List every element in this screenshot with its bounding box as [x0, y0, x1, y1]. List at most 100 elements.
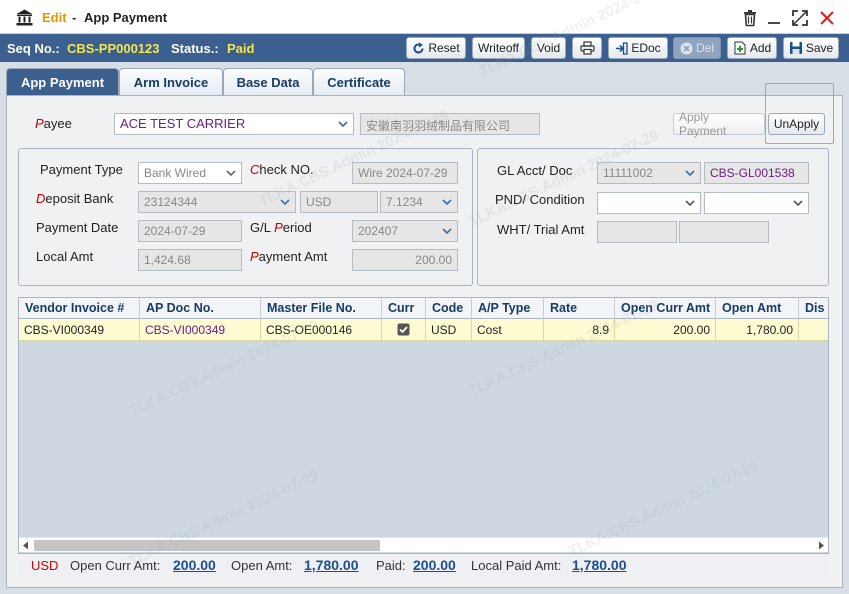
tab-base-data[interactable]: Base Data [223, 68, 313, 96]
apply-payment-button[interactable]: Apply Payment [673, 110, 765, 138]
gl-acct-value: 11111002 [603, 166, 653, 180]
payment-amt-label: Payment Amt [250, 249, 328, 264]
bank-icon [16, 9, 33, 26]
gl-period-select[interactable]: 202407 [352, 220, 458, 242]
cell-rate: 8.9 [544, 319, 615, 341]
close-icon[interactable] [818, 9, 836, 27]
chevron-down-icon [685, 200, 695, 207]
cell-ap-doc[interactable]: CBS-VI000349 [140, 319, 261, 341]
gl-doc-field[interactable]: CBS-GL001538 [704, 162, 809, 184]
payment-amt-field[interactable]: 200.00 [352, 249, 458, 271]
cell-dis [799, 319, 828, 341]
scroll-right-icon[interactable] [817, 541, 825, 550]
maximize-icon[interactable] [791, 9, 809, 27]
title-separator: - [72, 10, 77, 25]
void-button[interactable]: Void [531, 37, 566, 59]
tab-arm-invoice[interactable]: Arm Invoice [119, 68, 223, 96]
scrollbar-thumb[interactable] [34, 540, 380, 551]
writeoff-button[interactable]: Writeoff [472, 37, 525, 59]
title-bar: Edit - App Payment [0, 0, 849, 34]
print-button[interactable] [572, 37, 602, 59]
pnd-select[interactable] [597, 192, 701, 214]
col-vendor-invoice[interactable]: Vendor Invoice # [19, 298, 140, 319]
add-label: Add [749, 41, 772, 55]
col-open-amt[interactable]: Open Amt [716, 298, 799, 319]
trash-icon[interactable] [741, 9, 759, 27]
exchange-rate-value: 7.1234 [386, 195, 423, 209]
seq-no-value: CBS-PP000123 [67, 41, 160, 56]
open-curr-amt-label: Open Curr Amt: [70, 558, 161, 573]
local-amt-field: 1,424.68 [138, 249, 242, 271]
col-ap-type[interactable]: A/P Type [472, 298, 544, 319]
pnd-condition-label: PND/ Condition [495, 192, 585, 207]
save-button[interactable]: Save [783, 37, 839, 59]
tab-app-payment[interactable]: App Payment [6, 68, 119, 96]
col-open-curr-amt[interactable]: Open Curr Amt [615, 298, 716, 319]
col-rate[interactable]: Rate [544, 298, 615, 319]
chevron-down-icon [442, 199, 452, 206]
payment-amt-value: 200.00 [415, 253, 452, 267]
gl-acct-label: GL Acct/ Doc [497, 163, 573, 178]
col-master-file[interactable]: Master File No. [261, 298, 382, 319]
local-amt-label: Local Amt [36, 249, 94, 264]
payee-select[interactable]: ACE TEST CARRIER [114, 113, 354, 135]
open-amt-link[interactable]: 1,780.00 [304, 557, 359, 573]
col-ap-doc[interactable]: AP Doc No. [140, 298, 261, 319]
gl-period-label: G/L Period [250, 220, 312, 235]
cell-ap-type: Cost [472, 319, 544, 341]
table-row[interactable]: CBS-VI000349 CBS-VI000349 CBS-OE000146 U… [19, 319, 828, 341]
wht-trial-label: WHT/ Trial Amt [497, 222, 585, 237]
printer-icon [579, 41, 595, 55]
edoc-button[interactable]: EDoc [608, 37, 668, 59]
exchange-rate-select[interactable]: 7.1234 [380, 191, 458, 213]
payment-type-label: Payment Type [40, 162, 123, 177]
cell-curr[interactable] [382, 319, 426, 341]
gl-period-value: 202407 [358, 224, 399, 238]
col-code[interactable]: Code [426, 298, 472, 319]
open-curr-amt-link[interactable]: 200.00 [173, 557, 216, 573]
deposit-bank-label: Deposit Bank [36, 191, 114, 206]
header-toolbar: Seq No.: CBS-PP000123 Status.: Paid Rese… [0, 34, 849, 62]
minimize-icon[interactable] [765, 9, 783, 27]
apply-payment-label: Apply Payment [679, 110, 727, 138]
col-dis[interactable]: Dis [799, 298, 828, 319]
condition-select[interactable] [704, 192, 809, 214]
open-amt-label: Open Amt: [231, 558, 293, 573]
currency-value: USD [306, 195, 332, 209]
check-no-field[interactable]: Wire 2024-07-29 [352, 162, 458, 184]
payment-date-field[interactable]: 2024-07-29 [138, 220, 242, 242]
local-paid-amt-link[interactable]: 1,780.00 [572, 557, 627, 573]
trial-amt-field [679, 221, 769, 243]
chevron-down-icon [226, 170, 236, 177]
edoc-icon [616, 41, 628, 55]
add-button[interactable]: Add [727, 37, 777, 59]
deposit-bank-select[interactable]: 23124344 [138, 191, 296, 213]
delete-button[interactable]: Del [673, 37, 721, 59]
checkbox-checked-icon[interactable] [397, 323, 410, 336]
tab-certificate[interactable]: Certificate [313, 68, 405, 96]
local-paid-amt-label: Local Paid Amt: [471, 558, 562, 573]
writeoff-label: Writeoff [478, 41, 519, 55]
cell-open-curr-amt: 200.00 [615, 319, 716, 341]
seq-no-label: Seq No.: [7, 41, 60, 56]
gl-acct-select[interactable]: 11111002 [597, 162, 701, 184]
status-value: Paid [227, 41, 255, 56]
reset-icon [413, 42, 424, 53]
horizontal-scrollbar[interactable] [19, 537, 828, 552]
void-label: Void [536, 41, 561, 55]
scroll-left-icon[interactable] [22, 541, 30, 550]
chevron-down-icon [442, 228, 452, 235]
deposit-bank-value: 23124344 [144, 195, 198, 209]
col-curr[interactable]: Curr [382, 298, 426, 319]
payment-type-value: Bank Wired [144, 166, 207, 180]
payee-label: Payee [35, 116, 72, 131]
reset-button[interactable]: Reset [406, 37, 466, 59]
invoice-grid: Vendor Invoice # AP Doc No. Master File … [18, 297, 829, 554]
payee-local-name: 安徽南羽羽绒制品有限公司 [366, 119, 511, 133]
edit-mode-label: Edit [42, 10, 67, 25]
edoc-label: EDoc [631, 41, 661, 55]
check-no-value: Wire 2024-07-29 [358, 166, 448, 180]
payment-type-select[interactable]: Bank Wired [138, 162, 242, 184]
chevron-down-icon [338, 121, 348, 128]
paid-link[interactable]: 200.00 [413, 557, 456, 573]
